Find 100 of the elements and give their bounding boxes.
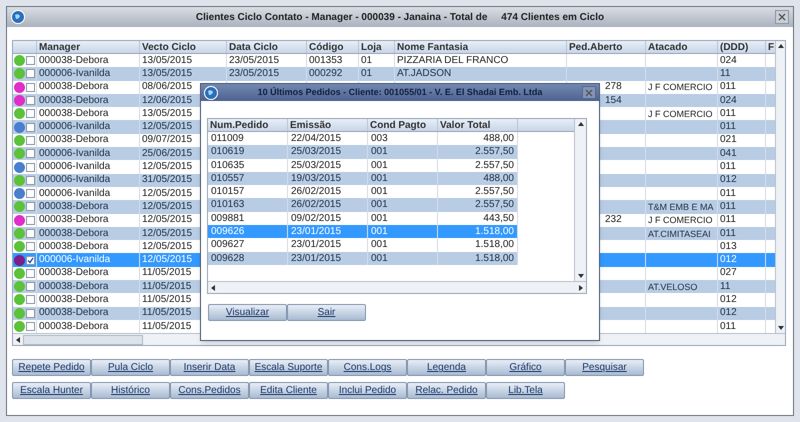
table-cell-text: 488,00 xyxy=(482,172,515,186)
table-cell-text: 08/06/2015 xyxy=(141,81,194,94)
table-cell-text: 2.557,50 xyxy=(474,185,515,198)
table-cell-text: 010635 xyxy=(210,158,246,172)
table-cell-text: 011 xyxy=(719,320,737,333)
table-cell-text: 000038-Debora xyxy=(38,54,110,67)
table-cell-text: 000038-Debora xyxy=(38,320,110,333)
table-cell-text: T&M EMB E MA xyxy=(647,200,715,213)
table-cell-text: 000006-Ivanilda xyxy=(38,68,112,80)
table-cell-text: 12/05/2015 xyxy=(141,121,194,134)
table-cell-text: 488,00 xyxy=(482,132,515,146)
table-cell-text: 001353 xyxy=(308,54,344,67)
table-cell-text: 000006-Ivanilda xyxy=(38,148,112,160)
table-cell-text: J F COMERCIO xyxy=(647,214,714,226)
table-cell-text: 1.518,00 xyxy=(474,252,515,265)
table-cell-text: 23/05/2015 xyxy=(228,68,280,80)
table-cell-text: 001 xyxy=(370,158,389,172)
table-cell-text: 011 xyxy=(719,81,737,94)
table-cell-text: 232 xyxy=(604,214,623,226)
table-cell-text: 000006-Ivanilda xyxy=(38,161,112,174)
table-cell-text: 278 xyxy=(604,81,623,94)
table-cell-text: 1.518,00 xyxy=(474,238,515,252)
table-cell-text: 010157 xyxy=(210,185,246,198)
table-cell-text: 010163 xyxy=(210,198,246,212)
table-cell-text: 11/05/2015 xyxy=(141,267,192,280)
table-cell-text: 012 xyxy=(719,307,738,320)
table-cell-text: 23/01/2015 xyxy=(290,225,342,238)
table-cell-text: 000038-Debora xyxy=(38,267,110,280)
table-cell-text: 000038-Debora xyxy=(38,108,110,120)
table-cell-text: 12/05/2015 xyxy=(141,214,194,226)
table-cell-text: 000038-Debora xyxy=(38,214,110,226)
table-cell-text: 009628 xyxy=(210,252,246,265)
table-cell-text: 12/05/2015 xyxy=(141,200,194,213)
table-cell-text: 000006-Ivanilda xyxy=(38,174,112,186)
table-cell-text: 001 xyxy=(370,225,389,238)
table-cell-text: 000038-Debora xyxy=(38,280,110,293)
table-cell-text: 26/02/2015 xyxy=(290,185,342,198)
table-cell-text: 021 xyxy=(719,134,738,146)
table-cell-text: 2.557,50 xyxy=(474,198,515,212)
table-cell-text: 012 xyxy=(719,294,738,306)
table-cell-text: 001 xyxy=(370,172,389,186)
table-cell-text: 2.557,50 xyxy=(474,158,515,172)
table-cell-text: 001 xyxy=(370,145,389,159)
table-cell-text: 25/03/2015 xyxy=(290,158,342,172)
window-title: Clientes Ciclo Contato - Manager - 000039 - Janaina - Total de 474 Clientes em Ciclo xyxy=(194,10,606,24)
table-cell-text: 2.557,50 xyxy=(474,145,515,159)
table-cell-text: 012 xyxy=(719,174,738,186)
table-cell-text: 000038-Debora xyxy=(38,200,110,213)
table-cell-text: 01 xyxy=(360,68,374,80)
table-cell-text: 11 xyxy=(719,68,732,80)
table-cell-text: 000038-Debora xyxy=(38,294,110,306)
table-cell-text: 012 xyxy=(719,254,738,266)
table-cell-text: 11/05/2015 xyxy=(141,320,192,333)
table-cell-text: J F COMERCIO xyxy=(647,108,714,120)
table-cell-text: 013 xyxy=(719,240,738,253)
table-cell-text: 11/05/2015 xyxy=(141,280,192,293)
table-cell-text: 011 xyxy=(719,188,737,200)
table-cell-text: 011 xyxy=(719,121,737,134)
table-cell-text: 001 xyxy=(370,238,389,252)
table-cell-text: 25/06/2015 xyxy=(141,148,194,160)
table-cell-text: J F COMERCIO xyxy=(647,81,714,94)
table-cell-text: 001 xyxy=(370,198,389,212)
table-cell-text: 000038-Debora xyxy=(38,240,110,253)
table-cell-text: 19/03/2015 xyxy=(290,172,342,186)
table-cell-text: 010557 xyxy=(210,172,246,186)
table-cell-text: 09/02/2015 xyxy=(290,212,342,226)
table-cell-text: 443,50 xyxy=(482,212,515,226)
table-cell-text: 011 xyxy=(719,200,737,213)
table-cell-text: 010619 xyxy=(210,145,246,159)
table-cell-text: 11/05/2015 xyxy=(141,294,192,306)
table-cell-text: 000038-Debora xyxy=(38,228,110,240)
table-cell-text: 011009 xyxy=(210,132,245,146)
table-cell-text: 11/05/2015 xyxy=(141,307,192,320)
table-cell-text: 12/06/2015 xyxy=(141,94,194,107)
table-cell-text: 011 xyxy=(719,108,737,120)
table-cell-text: 000006-Ivanilda xyxy=(38,121,112,134)
table-cell-text: 000006-Ivanilda xyxy=(38,254,112,266)
table-cell-text: 12/05/2015 xyxy=(141,254,194,266)
table-cell-text: 001 xyxy=(370,212,389,226)
table-cell-text: PIZZARIA DEL FRANCO xyxy=(396,54,510,67)
table-cell-text: 001 xyxy=(370,185,389,198)
table-cell-text: AT.CIMITASEAI xyxy=(647,228,712,240)
table-cell-text: 003 xyxy=(370,132,389,146)
table-cell-text: 31/05/2015 xyxy=(141,174,194,186)
table-cell-text: 009626 xyxy=(210,225,246,238)
table-cell-text: 11 xyxy=(719,280,732,293)
table-cell-text: 09/07/2015 xyxy=(141,134,194,146)
table-cell-text: 024 xyxy=(719,54,738,67)
table-cell-text: 000292 xyxy=(308,68,344,80)
table-cell-text: 154 xyxy=(604,94,623,107)
table-cell-text: 001 xyxy=(370,252,389,265)
table-cell-text: 23/01/2015 xyxy=(290,238,342,252)
table-cell-text: 1.518,00 xyxy=(474,225,515,238)
table-cell-text: 011 xyxy=(719,228,737,240)
table-cell-text: 027 xyxy=(719,267,738,280)
table-cell-text: AT.VELOSO xyxy=(647,280,698,293)
table-cell-text: 024 xyxy=(719,94,738,107)
table-cell-text: 26/02/2015 xyxy=(290,198,342,212)
table-cell-text: 000038-Debora xyxy=(38,94,110,107)
table-cell-text: 13/05/2015 xyxy=(141,54,194,67)
